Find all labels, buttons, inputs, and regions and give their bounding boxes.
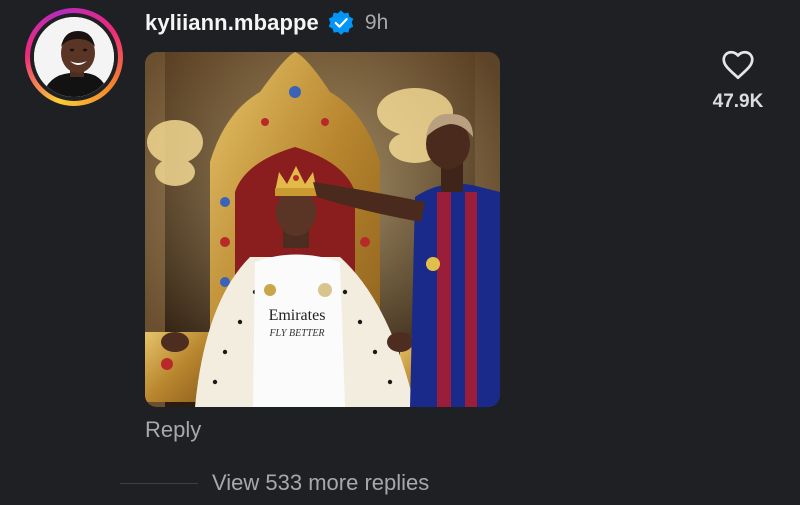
like-count: 47.9K [712,91,764,112]
jersey-sponsor-text: Emirates [269,307,326,324]
reply-button[interactable]: Reply [145,417,201,443]
heart-outline-icon[interactable] [720,47,756,83]
verified-badge-icon [328,10,354,35]
jersey-sponsor-tagline: FLY BETTER [268,328,324,339]
avatar-gap [30,13,118,101]
comment-media-gif[interactable]: Emirates FLY BETTER [145,52,500,407]
view-more-replies-button[interactable]: View 533 more replies [120,470,429,496]
view-more-replies-label: View 533 more replies [212,470,430,495]
timestamp: 9h [364,11,389,34]
comment-item: kyliiann.mbappe 9h Emirates FLY BETTER 4… [0,0,800,505]
story-ring-avatar[interactable] [25,8,123,106]
like-group: 47.9K [700,47,776,113]
username-link[interactable]: kyliiann.mbappe [145,10,319,36]
replies-divider-line [120,482,198,484]
avatar [34,17,114,97]
comment-header: kyliiann.mbappe 9h [145,8,388,38]
